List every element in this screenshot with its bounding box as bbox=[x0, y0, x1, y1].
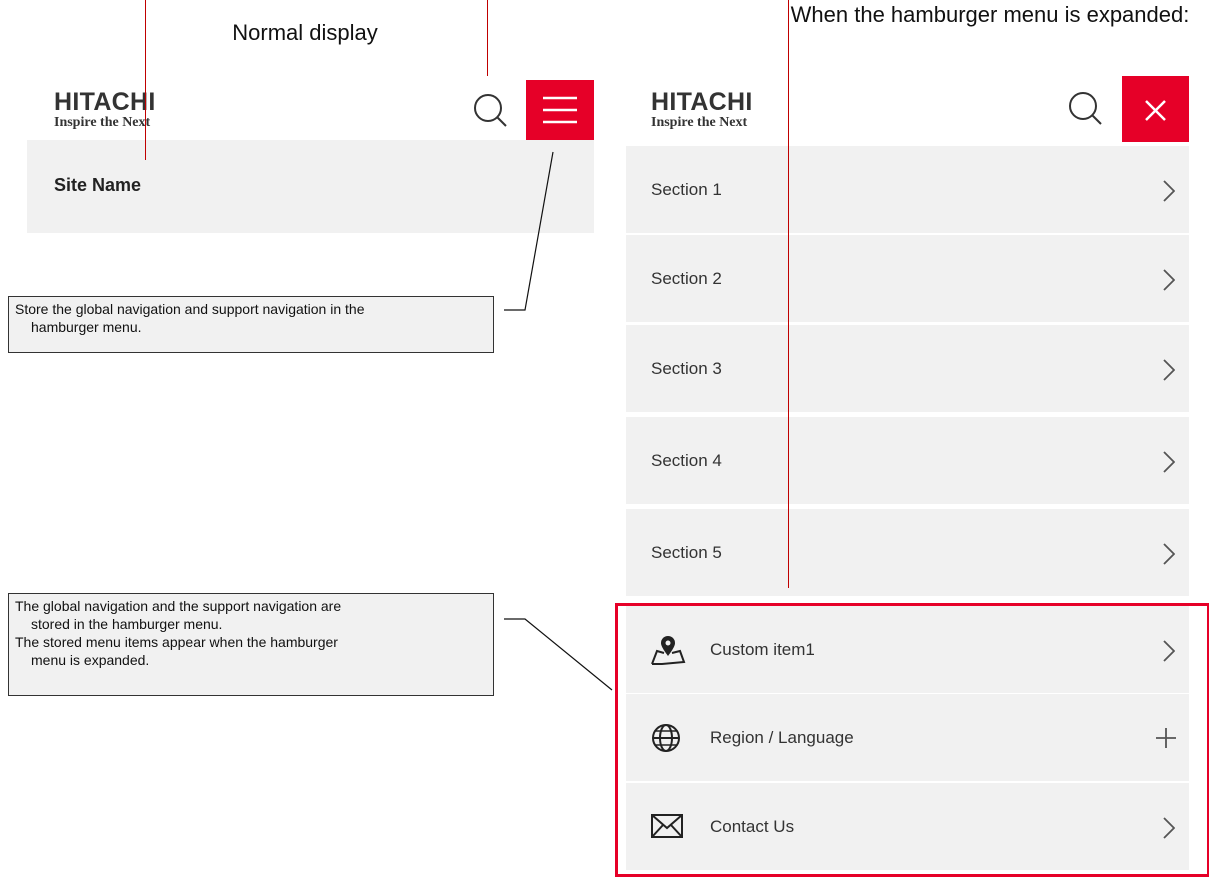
normal-header: HITACHI Inspire the Next bbox=[27, 80, 594, 140]
hitachi-logo[interactable]: HITACHI Inspire the Next bbox=[54, 90, 156, 130]
menu-item-label: Section 2 bbox=[651, 269, 722, 288]
search-icon[interactable] bbox=[471, 90, 511, 130]
note-hamburger-line2: hamburger menu. bbox=[31, 319, 142, 335]
menu-item-section-2[interactable]: Section 2 bbox=[626, 235, 1189, 323]
note-stored-line1: The global navigation and the support na… bbox=[15, 598, 342, 614]
heading-expanded: When the hamburger menu is expanded: bbox=[760, 0, 1209, 30]
close-icon bbox=[1145, 100, 1166, 121]
chevron-right-icon bbox=[1163, 543, 1175, 565]
note-hamburger-line1: Store the global navigation and support … bbox=[15, 301, 365, 317]
chevron-right-icon bbox=[1163, 269, 1175, 291]
note-stored-menu: The global navigation and the support na… bbox=[8, 593, 494, 696]
menu-item-section-1[interactable]: Section 1 bbox=[626, 146, 1189, 234]
menu-item-section-5[interactable]: Section 5 bbox=[626, 509, 1189, 597]
search-icon[interactable] bbox=[1066, 88, 1106, 128]
hitachi-logo-expanded[interactable]: HITACHI Inspire the Next bbox=[651, 90, 753, 130]
menu-item-label: Section 5 bbox=[651, 543, 722, 562]
chevron-right-icon bbox=[1163, 451, 1175, 473]
logo-wordmark: HITACHI bbox=[54, 88, 156, 116]
site-name-bar[interactable]: Site Name bbox=[27, 140, 594, 233]
heading-normal-display: Normal display bbox=[232, 20, 378, 45]
menu-item-label: Section 3 bbox=[651, 359, 722, 378]
close-menu-button[interactable] bbox=[1122, 76, 1189, 142]
note-stored-line3: The stored menu items appear when the ha… bbox=[15, 634, 338, 650]
note-stored-line2: stored in the hamburger menu. bbox=[31, 616, 223, 632]
menu-item-label: Section 1 bbox=[651, 180, 722, 199]
logo-wordmark: HITACHI bbox=[651, 88, 753, 116]
chevron-right-icon bbox=[1163, 180, 1175, 202]
note-hamburger: Store the global navigation and support … bbox=[8, 296, 494, 353]
support-nav-highlight bbox=[615, 603, 1209, 877]
expanded-header: HITACHI Inspire the Next bbox=[626, 76, 1189, 142]
leader-line-stored bbox=[504, 618, 613, 691]
logo-tagline: Inspire the Next bbox=[651, 115, 748, 130]
menu-item-section-3[interactable]: Section 3 bbox=[626, 325, 1189, 413]
chevron-right-icon bbox=[1163, 359, 1175, 381]
hamburger-button[interactable] bbox=[526, 80, 594, 140]
logo-tagline: Inspire the Next bbox=[54, 115, 151, 130]
menu-item-label: Section 4 bbox=[651, 451, 722, 470]
site-name: Site Name bbox=[54, 175, 142, 195]
heading-expanded-text: When the hamburger menu is expanded: bbox=[790, 2, 1190, 27]
hamburger-icon bbox=[543, 96, 577, 124]
note-stored-line4: menu is expanded. bbox=[31, 652, 150, 668]
menu-item-section-4[interactable]: Section 4 bbox=[626, 417, 1189, 505]
